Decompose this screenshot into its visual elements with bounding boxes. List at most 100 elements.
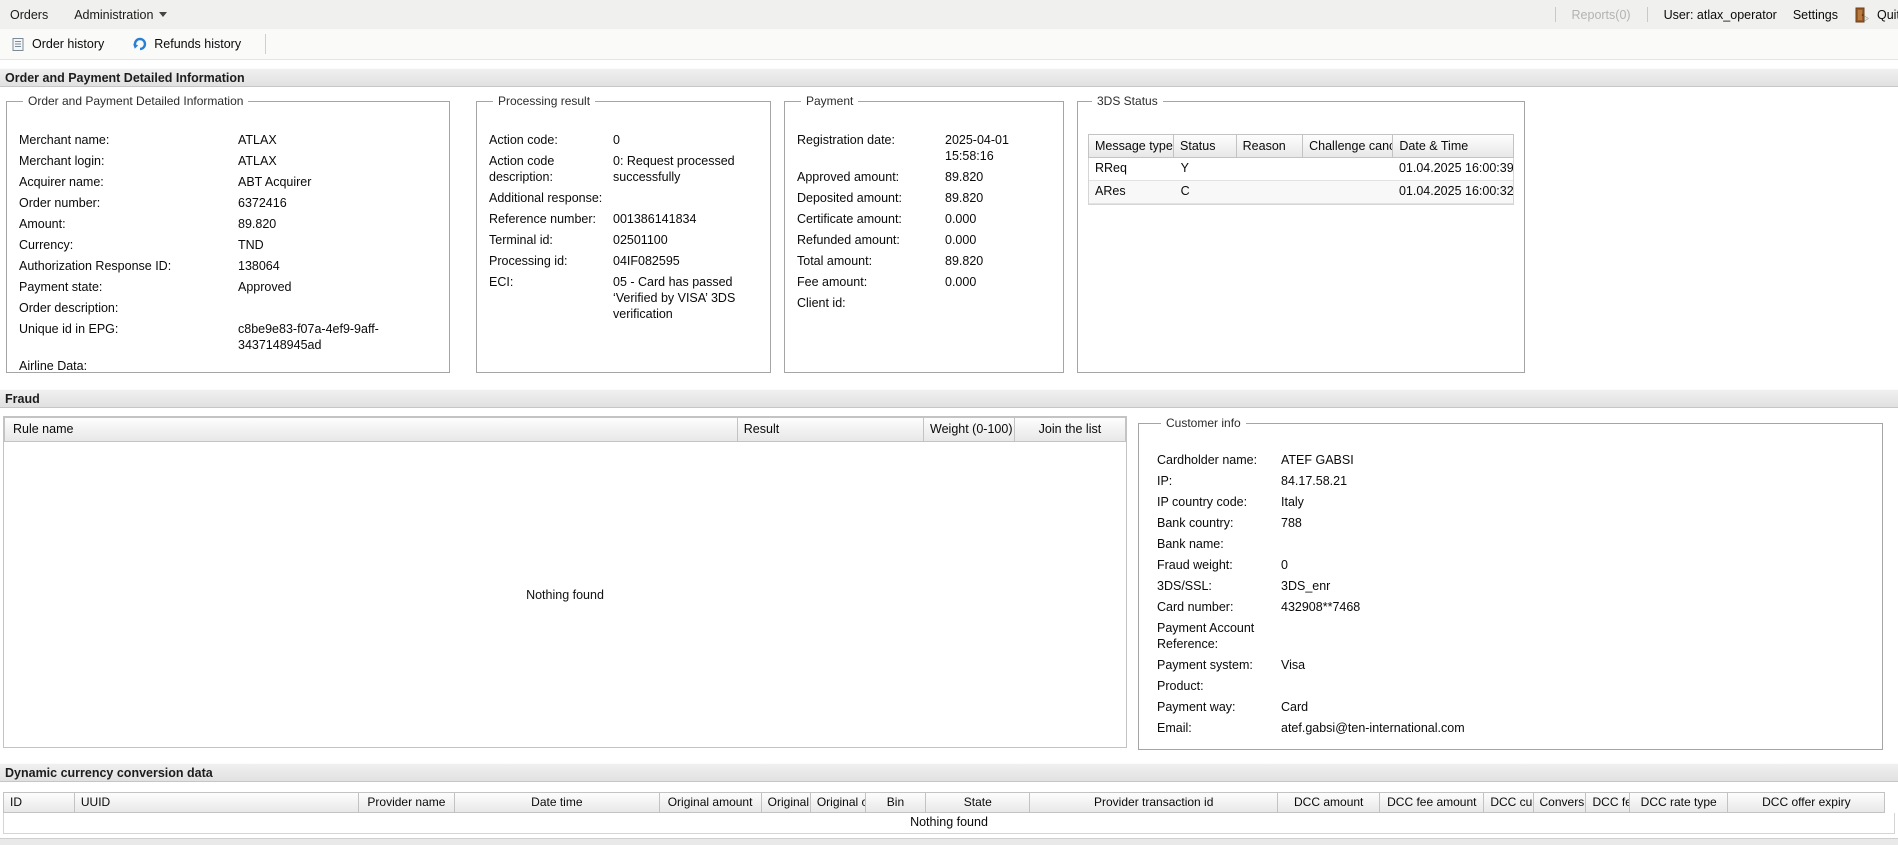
fraud-table-body: Nothing found xyxy=(4,442,1126,747)
field-row: Order number:6372416 xyxy=(19,195,439,211)
field-value xyxy=(238,300,439,316)
exit-door-icon xyxy=(1854,7,1870,23)
field-value: ATLAX xyxy=(238,132,439,148)
field-label: Authorization Response ID: xyxy=(19,258,238,274)
column-header[interactable]: Original c xyxy=(811,792,866,813)
field-value: ATEF GABSI xyxy=(1281,452,1872,468)
field-value: 3DS_enr xyxy=(1281,578,1872,594)
fraud-table: Rule name Result Weight (0-100) Join the… xyxy=(3,416,1127,748)
order-history-button[interactable]: Order history xyxy=(6,34,108,54)
field-row: Fee amount:0.000 xyxy=(797,274,1053,290)
order-details-panel: Order and Payment Detailed Information M… xyxy=(6,94,450,373)
section-header-fraud: Fraud xyxy=(0,389,1898,408)
field-label: Amount: xyxy=(19,216,238,232)
field-row: Client id: xyxy=(797,295,1053,311)
datetime-cell: 01.04.2025 16:00:39 xyxy=(1393,158,1513,180)
menu-orders-label: Orders xyxy=(10,8,48,22)
section-header-order-payment: Order and Payment Detailed Information xyxy=(0,68,1898,87)
quit-button[interactable]: Quit xyxy=(1854,7,1898,23)
field-row: Merchant name:ATLAX xyxy=(19,132,439,148)
field-row: IP country code:Italy xyxy=(1157,494,1872,510)
column-header[interactable]: DCC rate type xyxy=(1630,792,1728,813)
table-row[interactable]: ARes C 01.04.2025 16:00:32 xyxy=(1089,181,1513,204)
field-row: Deposited amount:89.820 xyxy=(797,190,1053,206)
field-label: Bank country: xyxy=(1157,515,1281,531)
menu-orders[interactable]: Orders xyxy=(10,8,48,22)
column-header[interactable]: UUID xyxy=(75,792,359,813)
column-header[interactable]: Original f xyxy=(762,792,811,813)
field-label: Product: xyxy=(1157,678,1281,694)
field-label: Fraud weight: xyxy=(1157,557,1281,573)
field-label: ECI: xyxy=(489,274,613,322)
three-ds-table: Message type Status Reason Challenge can… xyxy=(1088,134,1514,205)
field-label: IP: xyxy=(1157,473,1281,489)
separator xyxy=(265,34,266,54)
menu-settings[interactable]: Settings xyxy=(1793,8,1838,22)
column-header[interactable]: DCC offer expiry xyxy=(1728,792,1885,813)
bottom-section-strip xyxy=(0,838,1898,845)
field-row: Card number:432908**7468 xyxy=(1157,599,1872,615)
field-label: Email: xyxy=(1157,720,1281,736)
field-value: 84.17.58.21 xyxy=(1281,473,1872,489)
three-ds-table-header: Message type Status Reason Challenge can… xyxy=(1088,134,1514,158)
menu-administration[interactable]: Administration xyxy=(74,8,167,22)
column-header[interactable]: State xyxy=(926,792,1030,813)
field-label: Processing id: xyxy=(489,253,613,269)
field-value xyxy=(1281,678,1872,694)
column-header[interactable]: Conversi xyxy=(1534,792,1587,813)
field-row: Bank country:788 xyxy=(1157,515,1872,531)
column-header[interactable]: DCC fee amount xyxy=(1380,792,1484,813)
column-header[interactable]: Weight (0-100) xyxy=(924,417,1015,442)
column-header[interactable]: Provider transaction id xyxy=(1030,792,1278,813)
column-header[interactable]: Date & Time xyxy=(1393,134,1514,158)
column-header[interactable]: Provider name xyxy=(359,792,455,813)
menu-reports[interactable]: Reports(0) xyxy=(1572,8,1631,22)
field-value: 05 - Card has passed ‘Verified by VISA’ … xyxy=(613,274,760,322)
field-value: 89.820 xyxy=(945,169,1053,185)
column-header[interactable]: ID xyxy=(3,792,75,813)
field-row: Refunded amount:0.000 xyxy=(797,232,1053,248)
table-row[interactable]: RReq Y 01.04.2025 16:00:39 xyxy=(1089,158,1513,181)
column-header[interactable]: Bin xyxy=(866,792,927,813)
column-header[interactable]: Challenge cancel xyxy=(1303,134,1393,158)
field-label: IP country code: xyxy=(1157,494,1281,510)
payment-legend: Payment xyxy=(801,94,858,108)
refund-arrow-icon xyxy=(132,36,148,52)
refunds-history-button[interactable]: Refunds history xyxy=(128,34,245,54)
field-label: Registration date: xyxy=(797,132,945,164)
field-row: Registration date:2025-04-01 15:58:16 xyxy=(797,132,1053,164)
datetime-cell: 01.04.2025 16:00:32 xyxy=(1393,181,1513,203)
column-header[interactable]: Result xyxy=(738,417,924,442)
field-row: Reference number:001386141834 xyxy=(489,211,760,227)
column-header[interactable]: DCC fee xyxy=(1586,792,1630,813)
reason-cell xyxy=(1237,181,1303,203)
column-header[interactable]: Status xyxy=(1174,134,1237,158)
field-row: Approved amount:89.820 xyxy=(797,169,1053,185)
field-label: Action code: xyxy=(489,132,613,148)
payment-panel: Payment Registration date:2025-04-01 15:… xyxy=(784,94,1064,373)
column-header[interactable]: DCC amount xyxy=(1278,792,1380,813)
field-value: 788 xyxy=(1281,515,1872,531)
customer-info-legend: Customer info xyxy=(1161,416,1246,430)
column-header[interactable]: Date time xyxy=(455,792,659,813)
column-header[interactable]: DCC curr xyxy=(1484,792,1533,813)
field-label: Currency: xyxy=(19,237,238,253)
column-header[interactable]: Join the list xyxy=(1015,417,1126,442)
field-value: 6372416 xyxy=(238,195,439,211)
column-header[interactable]: Rule name xyxy=(4,417,738,442)
field-value xyxy=(613,190,760,206)
column-header[interactable]: Reason xyxy=(1237,134,1303,158)
column-header[interactable]: Message type xyxy=(1088,134,1174,158)
separator xyxy=(1647,7,1648,22)
order-details-legend: Order and Payment Detailed Information xyxy=(23,94,248,108)
field-row: Fraud weight:0 xyxy=(1157,557,1872,573)
dcc-table: ID UUID Provider name Date time Original… xyxy=(3,792,1895,834)
field-value: atef.gabsi@ten-international.com xyxy=(1281,720,1872,736)
field-label: Merchant login: xyxy=(19,153,238,169)
field-value: 0.000 xyxy=(945,274,1053,290)
quit-label: Quit xyxy=(1877,8,1898,22)
field-label: Order number: xyxy=(19,195,238,211)
field-value xyxy=(238,358,439,374)
field-row: Merchant login:ATLAX xyxy=(19,153,439,169)
column-header[interactable]: Original amount xyxy=(660,792,762,813)
